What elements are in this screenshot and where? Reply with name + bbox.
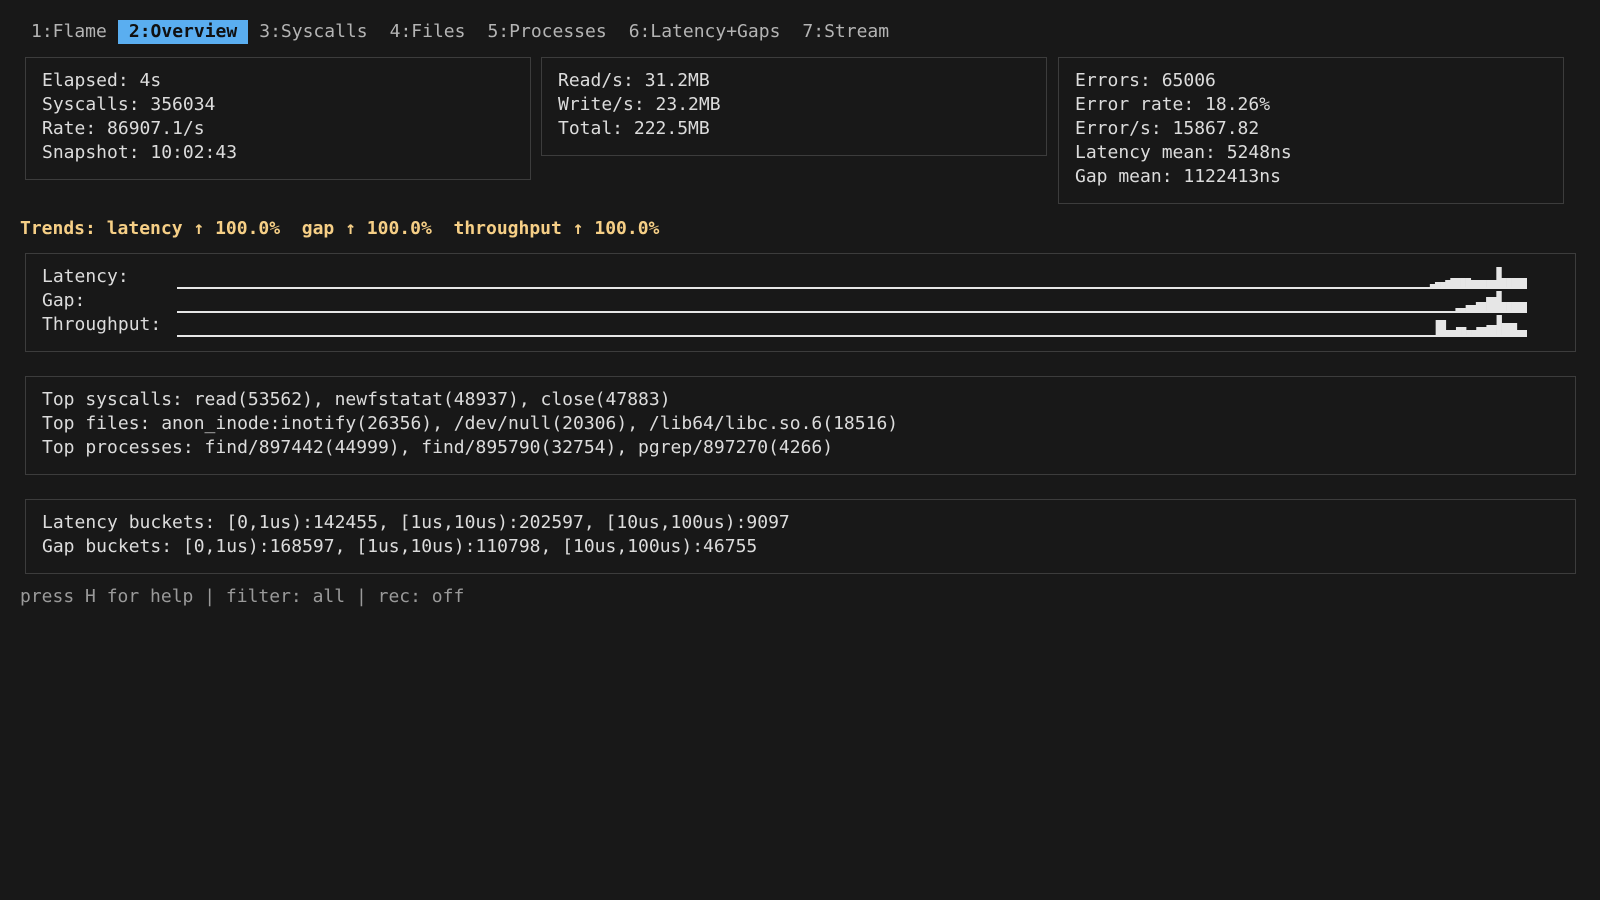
buckets-panel: Latency buckets: [0,1us):142455, [1us,10… [25,499,1576,574]
rate-text: Rate: 86907.1/s [42,118,205,139]
tab-latency-gaps[interactable]: 6:Latency+Gaps [618,20,792,44]
gap-sparkline-bar [1501,302,1507,311]
throughput-sparkline-baseline [177,335,1527,337]
latency-sparkline-bar [1455,278,1461,287]
latency-sparkline-bar [1516,278,1523,287]
gap-sparkline-bar [1516,302,1523,311]
throughput-sparkline-bar [1471,330,1477,335]
throughput-sparkline [177,313,1527,337]
latency-sparkline-bar [1491,280,1497,287]
gap-sparkline-bar [1470,305,1477,311]
latency-sparkline-bar [1521,278,1527,287]
throughput-sparkline-bar [1506,323,1513,335]
throughput-sparkline-bar [1521,330,1527,335]
latency-sparkline-bar [1470,280,1477,287]
gap-sparkline-bar [1480,302,1487,311]
latency-mean-text: Latency mean: 5248ns [1075,142,1292,163]
throughput-sparkline-bar [1491,325,1497,335]
gap-sparkline-bar [1521,302,1527,311]
gap-sparkline-bar [1460,308,1466,311]
gap-sparkline-bar [1496,291,1502,311]
latency-sparkline-bar [1511,278,1518,287]
latency-sparkline-bar [1429,284,1436,287]
throughput-sparkline-row: Throughput: [42,313,1559,337]
latency-sparkline-row: Latency: [42,265,1559,289]
latency-sparkline-bar [1480,280,1487,287]
top-files-text: Top files: anon_inode:inotify(26356), /d… [42,413,899,434]
gap-sparkline-bar [1511,302,1518,311]
gap-sparkline-bar [1455,308,1461,311]
throughput-sparkline-bar [1486,325,1492,335]
trends-line: Trends: latency ↑ 100.0% gap ↑ 100.0% th… [20,218,660,239]
syscalls-count-text: Syscalls: 356034 [42,94,216,115]
latency-sparkline-bar [1450,278,1456,287]
throughput-sparkline-bar [1455,327,1462,335]
gap-sparkline-bar [1465,305,1472,311]
read-rate-text: Read/s: 31.2MB [558,70,710,91]
tab-bar: 1:Flame 2:Overview 3:Syscalls 4:Files 5:… [20,20,900,44]
latency-sparkline-bar [1434,282,1441,287]
gap-sparkline [177,289,1527,313]
gap-mean-text: Gap mean: 1122413ns [1075,166,1281,187]
latency-sparkline-bar [1465,278,1472,287]
tab-processes[interactable]: 5:Processes [476,20,617,44]
tab-syscalls[interactable]: 3:Syscalls [248,20,378,44]
throughput-sparkline-bar [1476,327,1482,335]
throughput-sparkline-bar [1516,330,1523,335]
stats-panel: Elapsed: 4s Syscalls: 356034 Rate: 86907… [25,57,531,180]
latency-sparkline-bar [1496,267,1502,287]
snapshot-text: Snapshot: 10:02:43 [42,142,238,163]
gap-sparkline-bar [1486,297,1492,311]
sparklines-panel: Latency: Gap: Throughput: [25,253,1576,352]
throughput-sparkline-svg [177,315,1527,337]
throughput-sparkline-bar [1445,330,1452,335]
throughput-sparkline-bar [1511,323,1518,335]
latency-sparkline-bar [1501,278,1507,287]
throughput-sparkline-bar [1466,330,1472,335]
gap-sparkline-svg [177,291,1527,313]
total-bytes-text: Total: 222.5MB [558,118,710,139]
errors-per-second-text: Error/s: 15867.82 [1075,118,1260,139]
io-panel: Read/s: 31.2MB Write/s: 23.2MB Total: 22… [541,57,1047,156]
throughput-sparkline-bar [1496,315,1502,335]
top-syscalls-text: Top syscalls: read(53562), newfstatat(48… [42,389,671,410]
throughput-sparkline-bar [1435,320,1442,335]
top-summary-panel: Top syscalls: read(53562), newfstatat(48… [25,376,1576,475]
tab-overview[interactable]: 2:Overview [117,20,249,44]
error-rate-text: Error rate: 18.26% [1075,94,1271,115]
latency-buckets-text: Latency buckets: [0,1us):142455, [1us,10… [42,512,790,533]
throughput-sparkline-bar [1501,323,1507,335]
latency-sparkline-bar [1486,280,1492,287]
throughput-sparkline-bar [1450,330,1457,335]
gap-sparkline-row: Gap: [42,289,1559,313]
latency-sparkline-bar [1475,280,1482,287]
gap-sparkline-bar [1475,302,1482,311]
errors-panel: Errors: 65006 Error rate: 18.26% Error/s… [1058,57,1564,204]
gap-sparkline-bar [1506,302,1512,311]
throughput-sparkline-bar [1481,327,1487,335]
latency-sparkline-bar [1440,282,1446,287]
status-footer: press H for help | filter: all | rec: of… [20,586,465,607]
throughput-sparkline-bar [1440,320,1447,335]
latency-sparkline-bar [1506,278,1512,287]
tab-flame[interactable]: 1:Flame [20,20,118,44]
elapsed-text: Elapsed: 4s [42,70,162,91]
throughput-sparkline-label: Throughput: [42,314,162,335]
write-rate-text: Write/s: 23.2MB [558,94,721,115]
gap-buckets-text: Gap buckets: [0,1us):168597, [1us,10us):… [42,536,758,557]
tab-files[interactable]: 4:Files [379,20,477,44]
latency-sparkline-svg [177,267,1527,289]
latency-sparkline-bar [1445,280,1451,287]
throughput-sparkline-bar [1461,327,1467,335]
errors-count-text: Errors: 65006 [1075,70,1216,91]
latency-sparkline-label: Latency: [42,266,129,287]
latency-sparkline-bar [1460,278,1466,287]
gap-sparkline-bar [1491,297,1497,311]
tab-stream[interactable]: 7:Stream [791,20,900,44]
gap-sparkline-label: Gap: [42,290,86,311]
latency-sparkline [177,265,1527,289]
top-processes-text: Top processes: find/897442(44999), find/… [42,437,834,458]
